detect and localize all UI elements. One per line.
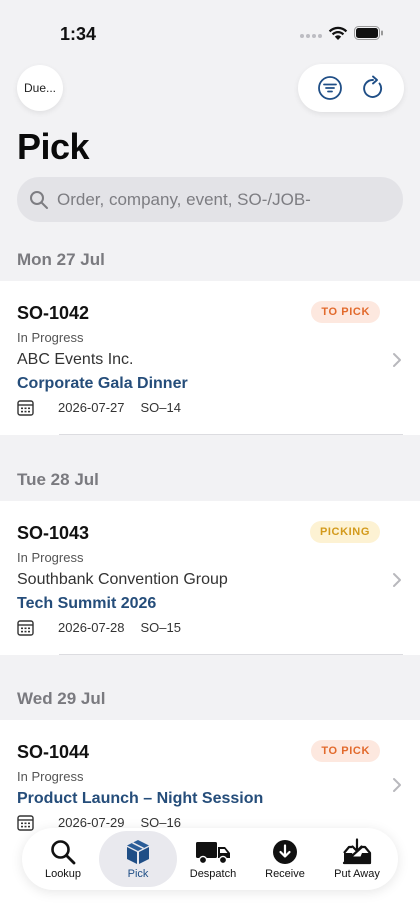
cellular-signal-icon	[300, 34, 322, 38]
status-badge: PICKING	[309, 521, 380, 543]
search-bar[interactable]	[17, 177, 403, 222]
tab-label: Pick	[127, 868, 149, 880]
tab-label: Lookup	[44, 868, 82, 880]
calendar-icon	[17, 620, 34, 636]
divider	[59, 434, 403, 435]
chevron-right-icon	[393, 353, 401, 367]
status-badge: TO PICK	[311, 740, 380, 762]
tab-receive[interactable]: Receive	[249, 831, 321, 887]
download-circle-icon	[273, 840, 297, 864]
order-id: SO-1042	[17, 303, 90, 323]
filter-button[interactable]	[312, 70, 348, 106]
search-icon	[30, 190, 48, 209]
order-meta: 2026-07-28 SO–15	[17, 619, 181, 636]
tab-put-away[interactable]: Put Away	[321, 831, 393, 887]
wifi-icon	[328, 26, 348, 40]
search-input[interactable]	[57, 189, 377, 210]
status-bar: 1:34	[0, 0, 420, 60]
order-status: In Progress	[17, 330, 84, 345]
calendar-icon	[17, 400, 34, 416]
order-date: 2026-07-28	[58, 620, 125, 635]
order-status: In Progress	[17, 769, 84, 784]
tray-in-icon	[342, 838, 372, 865]
tab-pick[interactable]: Pick	[99, 831, 177, 887]
filter-lines-icon	[317, 76, 342, 100]
order-event-link[interactable]: Product Launch – Night Session	[17, 790, 263, 808]
page-title: Pick	[17, 126, 90, 167]
section-header-tue-28: Tue 28 Jul	[17, 470, 99, 489]
order-event-link[interactable]: Corporate Gala Dinner	[17, 375, 188, 393]
tab-despatch[interactable]: Despatch	[177, 831, 249, 887]
tab-bar: Lookup Pick Despatch Receive Put Away	[22, 828, 398, 890]
chevron-right-icon	[393, 573, 401, 587]
chevron-right-icon	[393, 778, 401, 792]
refresh-button[interactable]	[355, 70, 391, 106]
section-header-mon-27: Mon 27 Jul	[17, 250, 105, 269]
status-badge: TO PICK	[311, 301, 380, 323]
tab-label: Despatch	[189, 868, 237, 880]
box-icon	[127, 840, 149, 864]
order-meta: 2026-07-27 SO–14	[17, 399, 181, 416]
battery-icon	[354, 26, 383, 40]
section-header-wed-29: Wed 29 Jul	[17, 689, 106, 708]
order-company: Southbank Convention Group	[17, 571, 228, 588]
divider	[59, 654, 403, 655]
status-time: 1:34	[60, 24, 97, 44]
order-id: SO-1044	[17, 742, 90, 762]
order-company: ABC Events Inc.	[17, 351, 134, 368]
order-date: 2026-07-27	[58, 400, 125, 415]
order-id: SO-1043	[17, 523, 90, 543]
calendar-icon	[17, 815, 34, 831]
order-code: SO–14	[140, 400, 181, 415]
tab-lookup[interactable]: Lookup	[27, 831, 99, 887]
order-status: In Progress	[17, 550, 84, 565]
toolbar-actions	[298, 64, 404, 112]
truck-icon	[196, 842, 230, 865]
tab-label: Receive	[265, 868, 305, 880]
order-code: SO–15	[140, 620, 181, 635]
order-event-link[interactable]: Tech Summit 2026	[17, 595, 156, 613]
refresh-icon	[362, 75, 382, 98]
order-card-so-1042[interactable]: SO-1042 TO PICK In Progress ABC Events I…	[0, 281, 420, 435]
tab-label: Put Away	[334, 868, 380, 880]
order-card-so-1043[interactable]: SO-1043 PICKING In Progress Southbank Co…	[0, 501, 420, 655]
magnifier-icon	[51, 840, 76, 865]
due-filter-button[interactable]: Due...	[17, 65, 63, 111]
